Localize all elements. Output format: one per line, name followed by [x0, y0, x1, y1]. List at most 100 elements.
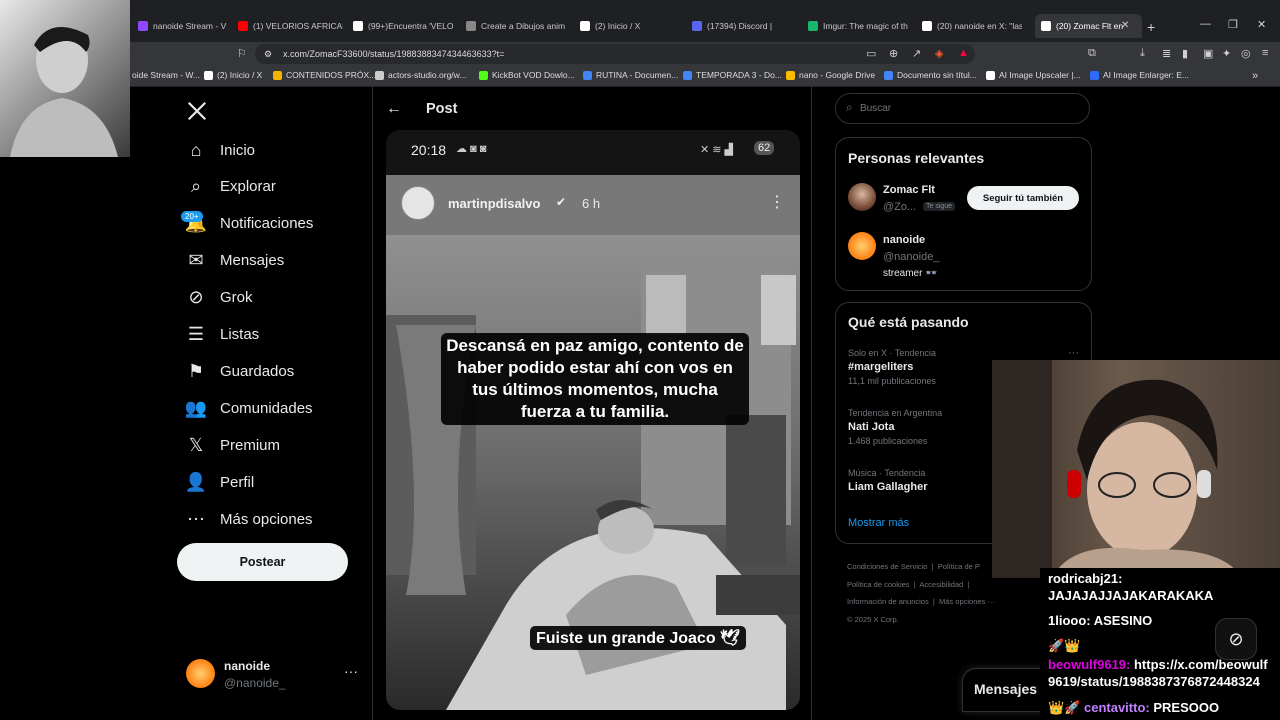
tab-favicon-icon: [580, 21, 590, 31]
bookmark-item[interactable]: nano - Google Drive: [786, 70, 875, 80]
nav-item-notificaciones[interactable]: 🔔 Notificaciones: [185, 213, 314, 234]
browser-tab[interactable]: (2) Inicio / X: [580, 14, 680, 38]
browser-tab[interactable]: (20) nanoide en X: "las: [922, 14, 1022, 38]
tab-favicon-icon: [466, 21, 476, 31]
close-tab-icon[interactable]: ✕: [1121, 20, 1129, 31]
nav-item-más-opciones[interactable]: ⋯ Más opciones: [186, 509, 313, 529]
footer-link[interactable]: Política de P: [938, 562, 980, 571]
nav-item-mensajes[interactable]: ✉ Mensajes: [186, 250, 285, 271]
bookmark-item[interactable]: actors-studio.org/w...: [375, 70, 466, 80]
nav-item-explorar[interactable]: ⌕ Explorar: [186, 176, 276, 197]
chat-user: 1liooo:: [1048, 613, 1091, 628]
new-tab-icon[interactable]: +: [1147, 19, 1155, 35]
brave-rewards-icon[interactable]: ▲: [958, 47, 969, 59]
story-image[interactable]: 20:18 ☁ ◙ ◙ ✕ ≋ ▟ 62 martinpdisalvo ✔ 6 …: [386, 130, 800, 710]
bookmark-item[interactable]: KickBot VOD Dowlo...: [479, 70, 575, 80]
footer-link[interactable]: Más opciones ···: [939, 597, 995, 606]
grok-floating-button[interactable]: ⊘: [1215, 618, 1257, 660]
chat-text: ASESINO: [1093, 613, 1153, 628]
history-icon[interactable]: ≣: [1162, 47, 1171, 60]
close-window-icon[interactable]: ✕: [1257, 18, 1266, 31]
download-icon[interactable]: ⤓: [1140, 47, 1145, 60]
footer-link[interactable]: Accesibilidad: [919, 580, 963, 589]
wallet-icon[interactable]: ▣: [1203, 47, 1213, 60]
cast-icon[interactable]: ▭: [866, 47, 876, 60]
trend-item[interactable]: Música · Tendencia Liam Gallagher: [848, 468, 998, 503]
site-info-icon[interactable]: ⚙: [264, 49, 272, 60]
list-icon: ☰: [187, 324, 205, 344]
follow-back-button[interactable]: Seguir tú también: [967, 186, 1079, 210]
trend-more-icon[interactable]: ···: [1068, 347, 1079, 359]
tab-label: Create a Dibujos anim: [481, 21, 566, 31]
account-switcher[interactable]: nanoide @nanoide_ ···: [186, 657, 361, 691]
bookmark-favicon-icon: [683, 70, 692, 80]
bookmark-page-icon[interactable]: ⚐: [237, 47, 247, 60]
bookmark-item[interactable]: TEMPORADA 3 - Do...: [683, 70, 782, 80]
zoom-icon[interactable]: ⊕: [889, 47, 898, 60]
webcam-overlay-right: [992, 360, 1280, 578]
nav-label: Mensajes: [220, 252, 285, 270]
bookmark-item[interactable]: CONTENIDOS PRÓX...: [273, 70, 376, 80]
nav-item-inicio[interactable]: ⌂ Inicio: [186, 140, 255, 160]
tab-label: (20) Zomac Flt en: [1056, 21, 1124, 31]
nav-item-premium[interactable]: 𝕏 Premium: [186, 435, 280, 455]
menu-icon[interactable]: ≡: [1262, 47, 1268, 59]
post-button[interactable]: Postear: [177, 543, 348, 581]
nav-item-guardados[interactable]: ⚑ Guardados: [186, 361, 294, 381]
bookmark-label: nano - Google Drive: [799, 70, 876, 80]
share-icon[interactable]: ↗: [912, 47, 921, 60]
browser-tab[interactable]: (17394) Discord |: [692, 14, 792, 38]
person-name[interactable]: Zomac Flt: [883, 184, 935, 196]
back-arrow-icon[interactable]: ←: [386, 100, 402, 118]
story-more-icon[interactable]: ⋮: [769, 192, 785, 212]
more-icon[interactable]: ···: [344, 663, 358, 679]
restore-icon[interactable]: ❐: [1228, 18, 1238, 31]
more-bookmarks-icon[interactable]: »: [1252, 70, 1258, 82]
nav-item-perfil[interactable]: 👤 Perfil: [185, 472, 254, 492]
bookmark-item[interactable]: (2) Inicio / X: [204, 70, 262, 80]
footer-link[interactable]: Política de cookies: [847, 580, 910, 589]
bookmark-item[interactable]: AI Image Upscaler |...: [986, 70, 1081, 80]
search-input[interactable]: ⌕ Buscar: [835, 93, 1090, 124]
story-age: 6 h: [582, 196, 601, 211]
tab-favicon-icon: [922, 21, 932, 31]
nav-item-grok[interactable]: ⊘ Grok: [186, 287, 252, 308]
bookmark-favicon-icon: [375, 70, 384, 80]
tab-favicon-icon: [138, 21, 148, 31]
tab-label: (17394) Discord |: [707, 21, 773, 31]
bookmark-item[interactable]: Documento sin títul...: [884, 70, 977, 80]
sidebar-icon[interactable]: ▮: [1182, 47, 1188, 60]
bookmark-item[interactable]: oide Stream - W...: [132, 70, 200, 80]
extensions-icon[interactable]: ⧉: [1088, 47, 1096, 60]
home-icon: ⌂: [190, 139, 202, 160]
avatar[interactable]: [848, 232, 876, 260]
vpn-icon[interactable]: ◎: [1241, 47, 1251, 60]
browser-tab[interactable]: Imgur: The magic of th: [808, 14, 908, 38]
bookmark-label: AI Image Enlarger: E...: [1103, 70, 1189, 80]
bookmark-favicon-icon: [884, 70, 893, 80]
nav-item-comunidades[interactable]: 👥 Comunidades: [185, 398, 313, 418]
browser-tab[interactable]: (99+)Encuentra 'VELOR: [353, 14, 453, 38]
x-logo-icon[interactable]: [186, 100, 208, 122]
url-text: x.com/ZomacF33600/status/198838834743446…: [283, 49, 505, 59]
trend-item[interactable]: Tendencia en Argentina Nati Jota 1.468 p…: [848, 408, 998, 453]
account-name: nanoide: [224, 659, 271, 673]
footer-link[interactable]: Información de anuncios: [847, 597, 929, 606]
browser-tab[interactable]: Create a Dibujos anim: [466, 14, 566, 38]
browser-tab[interactable]: nanoide Stream - V: [138, 14, 233, 38]
minimize-icon[interactable]: —: [1200, 18, 1211, 30]
leo-ai-icon[interactable]: ✦: [1222, 47, 1231, 60]
avatar: [186, 659, 215, 688]
brave-shield-icon[interactable]: ◈: [935, 47, 943, 60]
search-icon: ⌕: [190, 176, 202, 197]
bookmark-label: actors-studio.org/w...: [388, 70, 467, 80]
nav-label: Más opciones: [220, 510, 313, 528]
avatar[interactable]: [848, 183, 876, 211]
nav-item-listas[interactable]: ☰ Listas: [186, 324, 259, 345]
footer-link[interactable]: Condiciones de Servicio: [847, 562, 927, 571]
bookmark-item[interactable]: AI Image Enlarger: E...: [1090, 70, 1189, 80]
browser-tab[interactable]: (1) VELORIOS AFRICAN: [238, 14, 343, 38]
show-more-link[interactable]: Mostrar más: [848, 517, 909, 529]
bookmark-item[interactable]: RUTINA - Documen...: [583, 70, 678, 80]
person-name[interactable]: nanoide: [883, 234, 925, 246]
